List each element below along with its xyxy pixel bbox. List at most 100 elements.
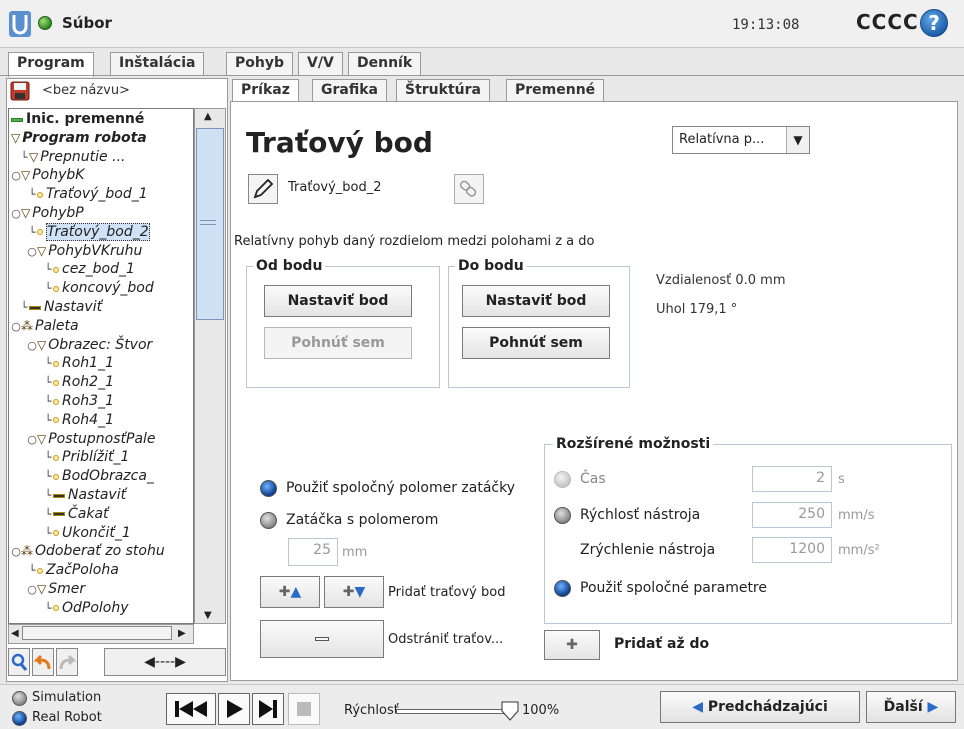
edit-name-button[interactable] (248, 174, 278, 204)
from-move-here-button[interactable]: Pohnúť sem (264, 327, 412, 359)
tab-command[interactable]: Príkaz (232, 79, 299, 102)
add-until-button[interactable]: ✚ (544, 630, 600, 660)
clock: 19:13:08 (732, 17, 800, 33)
tab-structure[interactable]: Štruktúra (396, 79, 490, 102)
tree-node[interactable]: ○▽ PohybP (11, 205, 84, 223)
tree-node[interactable]: └ Ukončiť_1 (43, 525, 131, 543)
tree-node[interactable]: └ koncový_bod (43, 280, 154, 298)
tree-node-label: Traťový_bod_2 (46, 222, 150, 241)
tree-node[interactable]: ○▽ PohybK (11, 167, 84, 185)
expander-icon[interactable]: ○ (27, 583, 37, 596)
tree-node[interactable]: └ Roh4_1 (43, 412, 114, 430)
move-node-button[interactable]: ◀----▶ (104, 648, 226, 676)
blend-radius-input[interactable]: 25 (288, 538, 338, 566)
to-move-here-button[interactable]: Pohnúť sem (462, 327, 610, 359)
tab-log[interactable]: Denník (348, 52, 422, 76)
previous-button[interactable]: ◀ Predchádzajúci (660, 691, 860, 723)
tree-node[interactable]: ▽ Program robota (11, 130, 147, 148)
tree-node[interactable]: └ ZačPoloha (27, 562, 119, 580)
speed-slider[interactable] (396, 709, 510, 714)
blend-shared-radio[interactable] (260, 480, 277, 497)
add-waypoint-after-button[interactable]: ✚▼ (324, 576, 384, 608)
tree-node-label: cez_bod_1 (62, 261, 135, 278)
expander-icon[interactable]: ○ (11, 545, 21, 558)
tab-move[interactable]: Pohyb (226, 52, 293, 76)
blend-radius-label[interactable]: Zatáčka s polomerom (286, 512, 438, 528)
next-label: Ďalší (883, 699, 923, 715)
tree-connector-icon: └ (44, 526, 52, 540)
tab-graphics[interactable]: Grafika (312, 79, 387, 102)
play-button[interactable] (218, 693, 250, 725)
time-radio[interactable] (554, 471, 571, 488)
program-tree[interactable]: Inic. premenné ▽ Program robota └ ▽ Prepnutie… (8, 108, 194, 624)
tree-node[interactable]: └ Roh1_1 (43, 355, 114, 373)
redo-button[interactable] (56, 648, 78, 676)
tree-node[interactable]: ○▽ Smer (27, 581, 85, 599)
stop-button[interactable] (288, 693, 320, 725)
tree-node[interactable]: ○⁂ Paleta (11, 318, 78, 336)
tree-node[interactable]: ○▽ PostupnosťPale (27, 431, 155, 449)
tree-node[interactable]: └ ▽ Prepnutie ... (19, 149, 126, 167)
scroll-down-icon[interactable]: ▼ (204, 610, 212, 621)
simulation-label[interactable]: Simulation (32, 690, 101, 705)
scroll-up-icon[interactable]: ▲ (204, 111, 212, 122)
shared-params-radio[interactable] (554, 580, 571, 597)
tree-node[interactable]: └ Čakať (43, 506, 109, 524)
step-button[interactable] (252, 693, 284, 725)
tree-node[interactable]: ○⁂ Odoberať zo stohu (11, 543, 165, 561)
speed-slider-handle[interactable] (501, 701, 519, 721)
real-robot-label[interactable]: Real Robot (32, 710, 102, 725)
tree-node[interactable]: ○▽ Obrazec: Štvor (27, 337, 152, 355)
scroll-right-icon[interactable]: ▶ (178, 628, 186, 639)
tree-node[interactable]: Inic. premenné (11, 111, 144, 129)
tree-hscroll-thumb[interactable] (22, 626, 172, 640)
rewind-button[interactable] (166, 693, 216, 725)
tree-node[interactable]: └ cez_bod_1 (43, 261, 135, 279)
tree-node[interactable]: └ Traťový_bod_1 (27, 186, 148, 204)
tree-node[interactable]: └ Roh2_1 (43, 374, 114, 392)
remove-waypoint-button[interactable] (260, 620, 384, 658)
save-icon[interactable] (10, 81, 30, 101)
to-point-group: Do bodu (448, 258, 630, 388)
chevron-down-icon[interactable]: ▼ (786, 127, 809, 153)
expander-icon[interactable]: ○ (11, 207, 21, 220)
search-button[interactable] (8, 648, 30, 676)
simulation-radio[interactable] (12, 691, 27, 706)
time-input[interactable]: 2 (752, 466, 832, 492)
expander-icon[interactable]: ○ (27, 245, 37, 258)
file-menu[interactable]: Súbor (62, 14, 112, 32)
tool-speed-radio[interactable] (554, 507, 571, 524)
tree-node[interactable]: └ Roh3_1 (43, 393, 114, 411)
tab-program[interactable]: Program (8, 52, 94, 77)
help-icon[interactable]: ? (920, 9, 948, 37)
next-button[interactable]: Ďalší ▶ (866, 691, 956, 723)
expander-icon[interactable]: ○ (11, 320, 21, 333)
scroll-left-icon[interactable]: ◀ (11, 628, 19, 639)
real-robot-radio[interactable] (12, 711, 27, 726)
tree-node-label: OdPolohy (62, 599, 129, 616)
tab-variables[interactable]: Premenné (506, 79, 605, 102)
undo-button[interactable] (32, 648, 54, 676)
blend-radius-radio[interactable] (260, 512, 277, 529)
tool-speed-input[interactable]: 250 (752, 502, 832, 528)
add-waypoint-before-button[interactable]: ✚▲ (260, 576, 320, 608)
init-icon (11, 117, 23, 122)
tab-installation[interactable]: Inštalácia (110, 52, 205, 76)
expander-icon[interactable]: ○ (27, 339, 37, 352)
tree-node[interactable]: └ Traťový_bod_2 (27, 222, 150, 242)
tool-accel-input[interactable]: 1200 (752, 537, 832, 563)
tree-node[interactable]: └ BodObrazca_ (43, 468, 154, 486)
from-set-point-button[interactable]: Nastaviť bod (264, 285, 412, 317)
tree-node[interactable]: └ Priblížiť_1 (43, 449, 130, 467)
blend-shared-label[interactable]: Použiť spoločný polomer zatáčky (286, 480, 515, 496)
link-waypoint-button[interactable] (454, 174, 484, 204)
tree-node[interactable]: └ Nastaviť (19, 299, 102, 317)
tab-io[interactable]: V/V (298, 52, 343, 76)
expander-icon[interactable]: ○ (11, 169, 21, 182)
tree-node-label: Roh3_1 (62, 393, 114, 409)
expander-icon[interactable]: ○ (27, 433, 37, 446)
tree-node[interactable]: └ OdPolohy (43, 600, 129, 618)
tree-node[interactable]: ○▽ PohybVKruhu (27, 243, 142, 261)
to-set-point-button[interactable]: Nastaviť bod (462, 285, 610, 317)
tree-node[interactable]: └ Nastaviť (43, 487, 126, 505)
